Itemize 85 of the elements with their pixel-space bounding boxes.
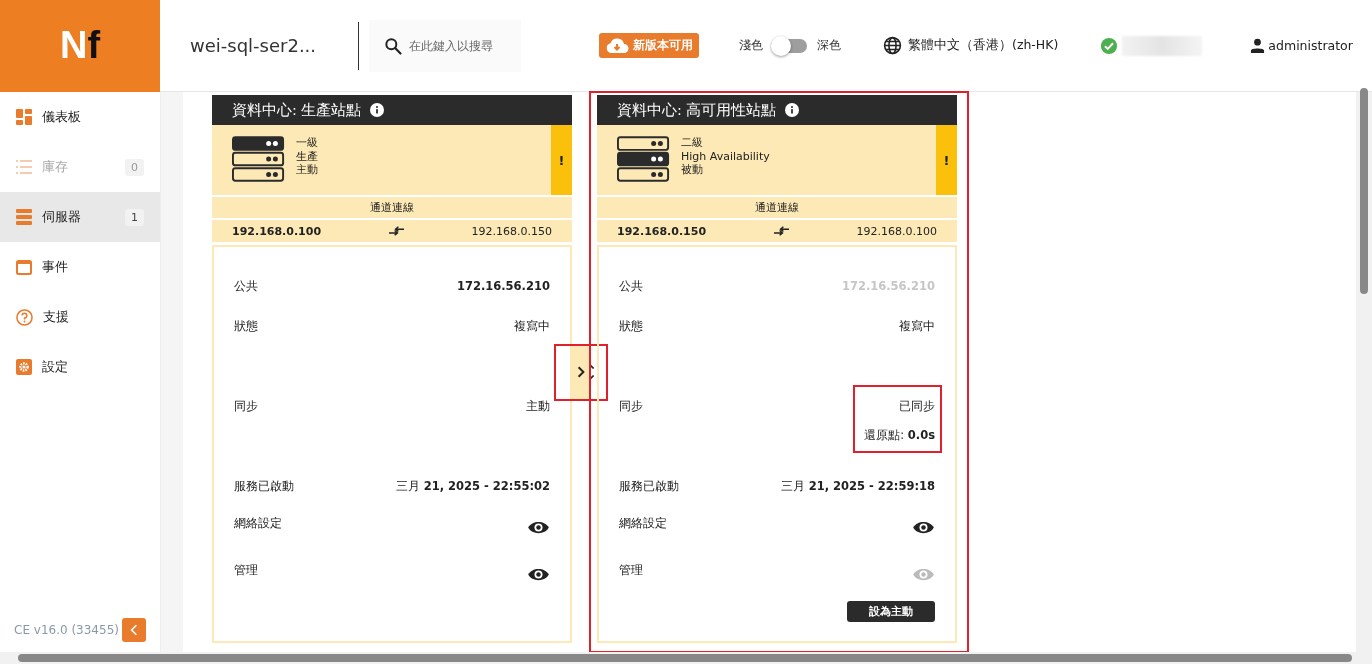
sidebar-label: 庫存 bbox=[42, 158, 69, 176]
sidebar-item[interactable]: 事件 bbox=[0, 242, 160, 292]
chevron-left-icon bbox=[130, 624, 138, 636]
sidebar-label: 設定 bbox=[42, 358, 69, 376]
site-title: 資料中心: 生產站點 bbox=[232, 100, 362, 120]
count-badge: 1 bbox=[125, 208, 144, 226]
sidebar-label: 儀表板 bbox=[42, 108, 82, 126]
field-label: 管理 bbox=[234, 563, 258, 578]
tier-text: 被動 bbox=[681, 163, 704, 177]
tier-text: High Availability bbox=[681, 149, 770, 163]
server-stack-icon bbox=[617, 136, 671, 183]
globe-icon bbox=[883, 36, 902, 55]
field-value: 三月 21, 2025 - 22:59:18 bbox=[780, 479, 935, 494]
sidebar-item[interactable]: 設定 bbox=[0, 342, 160, 392]
field-label: 同步 bbox=[234, 399, 258, 414]
field-value: 主動 bbox=[526, 399, 550, 414]
chevron-right-icon bbox=[577, 366, 585, 378]
sidebar-item[interactable]: 儀表板 bbox=[0, 92, 160, 142]
list-icon bbox=[16, 159, 32, 175]
settings-icon bbox=[16, 359, 32, 375]
help-icon bbox=[16, 308, 33, 326]
chevron-icon bbox=[588, 362, 595, 382]
user-icon bbox=[1250, 38, 1266, 53]
field-label: 服務已啟動 bbox=[619, 479, 679, 494]
collapse-button[interactable] bbox=[122, 618, 146, 642]
site-title: 資料中心: 高可用性站點 bbox=[617, 100, 777, 120]
local-ip: 192.168.0.150 bbox=[617, 224, 707, 238]
tier-text: 二級 bbox=[681, 136, 704, 150]
swap-arrows-icon bbox=[388, 226, 404, 236]
remote-ip: 192.168.0.100 bbox=[856, 224, 937, 238]
field-label: 網絡設定 bbox=[619, 516, 667, 531]
field-value: 複寫中 bbox=[899, 319, 935, 334]
info-icon bbox=[784, 103, 799, 117]
language-selector[interactable]: 繁體中文（香港）(zh-HK) bbox=[908, 37, 1059, 54]
logo: Nf bbox=[0, 0, 160, 92]
info-icon bbox=[369, 103, 384, 117]
eye-icon[interactable] bbox=[912, 520, 935, 535]
field-label: 管理 bbox=[619, 563, 643, 578]
set-active-button[interactable]: 設為主動 bbox=[847, 601, 935, 622]
server-stack-icon bbox=[16, 209, 32, 225]
sidebar-label: 支援 bbox=[43, 308, 70, 326]
tier-text: 生產 bbox=[296, 149, 318, 163]
sidebar-item[interactable]: 支援 bbox=[0, 292, 160, 342]
search-field[interactable]: 在此鍵入以搜尋 bbox=[369, 19, 521, 72]
local-ip: 192.168.0.100 bbox=[232, 224, 322, 238]
field-value: 三月 21, 2025 - 22:55:02 bbox=[395, 479, 550, 494]
version-label: CE v16.0 (33455) bbox=[14, 623, 119, 637]
swap-arrows-icon bbox=[773, 226, 789, 236]
field-value: 複寫中 bbox=[514, 319, 550, 334]
field-label: 同步 bbox=[619, 399, 643, 414]
user-name[interactable]: administrator bbox=[1268, 38, 1353, 53]
tier-text: 主動 bbox=[296, 163, 318, 177]
field-label: 狀態 bbox=[234, 319, 258, 334]
eye-icon[interactable] bbox=[527, 567, 550, 582]
server-stack-icon bbox=[232, 136, 286, 183]
warning-indicator: ! bbox=[936, 125, 957, 195]
eye-icon[interactable] bbox=[527, 520, 550, 535]
check-circle-icon bbox=[1100, 36, 1119, 55]
channel-label: 通道連線 bbox=[212, 197, 572, 218]
field-label: 公共 bbox=[619, 279, 643, 294]
search-icon bbox=[383, 35, 403, 56]
field-value: 已同步 bbox=[899, 399, 935, 414]
cloud-download-icon bbox=[605, 36, 629, 55]
field-value: 172.16.56.210 bbox=[456, 279, 550, 293]
light-theme-label: 淺色 bbox=[739, 37, 763, 54]
field-label: 公共 bbox=[234, 279, 258, 294]
dashboard-icon bbox=[16, 109, 32, 125]
remote-ip: 192.168.0.150 bbox=[471, 224, 552, 238]
sidebar-item[interactable]: 伺服器 1 bbox=[0, 192, 160, 242]
theme-toggle[interactable] bbox=[773, 38, 807, 53]
field-value: 還原點: 0.0s bbox=[864, 428, 935, 443]
field-label: 網絡設定 bbox=[234, 516, 282, 531]
horizontal-scrollbar[interactable] bbox=[0, 652, 1372, 664]
field-label: 服務已啟動 bbox=[234, 479, 294, 494]
count-badge: 0 bbox=[125, 158, 144, 176]
field-value: 172.16.56.210 bbox=[841, 279, 935, 293]
channel-label: 通道連線 bbox=[597, 197, 957, 218]
field-label: 狀態 bbox=[619, 319, 643, 334]
tier-text: 一級 bbox=[296, 136, 318, 150]
calendar-icon bbox=[16, 259, 32, 275]
sidebar-label: 事件 bbox=[42, 258, 69, 276]
sidebar-label: 伺服器 bbox=[42, 208, 82, 226]
warning-indicator: ! bbox=[551, 125, 572, 195]
server-name: wei-sql-ser2... bbox=[190, 35, 318, 56]
dark-theme-label: 深色 bbox=[817, 37, 841, 54]
